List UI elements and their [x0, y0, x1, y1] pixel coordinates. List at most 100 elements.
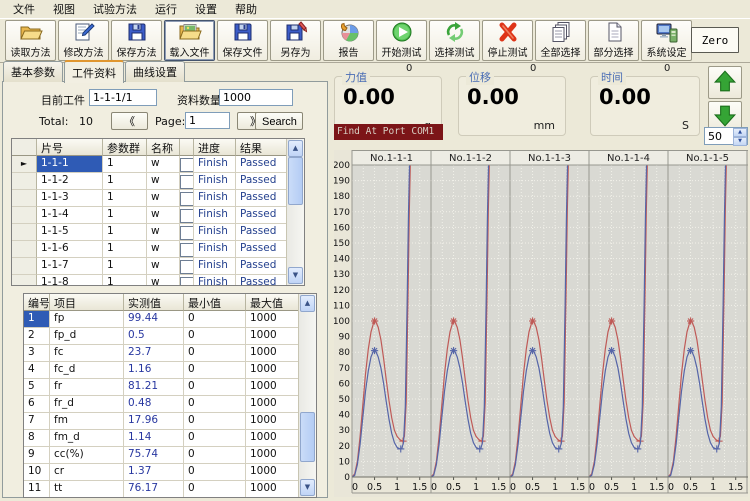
- item-cell[interactable]: cc(%): [50, 447, 124, 464]
- table-row[interactable]: 1-1-51wFinishPassed: [12, 224, 304, 241]
- item-cell[interactable]: fc: [50, 345, 124, 362]
- name-cell[interactable]: w: [147, 173, 180, 190]
- param-group-cell[interactable]: 1: [103, 275, 147, 286]
- row-number-cell[interactable]: 7: [24, 413, 50, 430]
- data-count-input[interactable]: [219, 89, 293, 106]
- menu-item-test-method[interactable]: 试验方法: [84, 0, 146, 19]
- pieces-table-scrollbar-up-arrow-icon[interactable]: ▲: [288, 140, 303, 157]
- checkbox[interactable]: [180, 209, 194, 223]
- table-row[interactable]: 7fm17.9601000: [24, 413, 316, 430]
- piece-id-cell[interactable]: 1-1-2: [37, 173, 103, 190]
- item-cell[interactable]: fp: [50, 311, 124, 328]
- pieces-table-scrollbar-thumb[interactable]: [288, 157, 303, 205]
- param-group-cell[interactable]: 1: [103, 258, 147, 275]
- item-cell[interactable]: fr_d: [50, 396, 124, 413]
- menu-item-settings[interactable]: 设置: [186, 0, 226, 19]
- table-row[interactable]: 1-1-81wFinishPassed: [12, 275, 304, 286]
- toolbar-button-save-as[interactable]: 另存为: [270, 20, 321, 61]
- name-cell[interactable]: w: [147, 241, 180, 258]
- toolbar-button-start-test[interactable]: 开始测试: [376, 20, 427, 61]
- toolbar-button-select-partial[interactable]: 部分选择: [588, 20, 639, 61]
- menu-item-run[interactable]: 运行: [146, 0, 186, 19]
- param-group-cell[interactable]: 1: [103, 156, 147, 173]
- check-cell[interactable]: [180, 224, 194, 241]
- row-number-cell[interactable]: 1: [24, 311, 50, 328]
- checkbox[interactable]: [180, 175, 194, 189]
- checkbox[interactable]: [180, 277, 194, 286]
- toolbar-button-read-method[interactable]: 读取方法: [5, 20, 56, 61]
- menu-item-help[interactable]: 帮助: [226, 0, 266, 19]
- table-row[interactable]: 11tt76.1701000: [24, 481, 316, 498]
- results-table-scrollbar-up-arrow-icon[interactable]: ▲: [300, 295, 315, 312]
- tab-basic-params[interactable]: 基本参数: [3, 61, 63, 82]
- table-row[interactable]: ►1-1-11wFinishPassed: [12, 156, 304, 173]
- row-number-cell[interactable]: 5: [24, 379, 50, 396]
- table-row[interactable]: 9cc(%)75.7401000: [24, 447, 316, 464]
- check-cell[interactable]: [180, 207, 194, 224]
- param-group-cell[interactable]: 1: [103, 190, 147, 207]
- results-table-scrollbar-down-arrow-icon[interactable]: ▼: [300, 479, 315, 496]
- item-cell[interactable]: fr: [50, 379, 124, 396]
- param-group-cell[interactable]: 1: [103, 173, 147, 190]
- pieces-table-scrollbar-down-arrow-icon[interactable]: ▼: [288, 267, 303, 284]
- toolbar-button-select-all[interactable]: 全部选择: [535, 20, 586, 61]
- table-row[interactable]: 1-1-61wFinishPassed: [12, 241, 304, 258]
- tab-curve-settings[interactable]: 曲线设置: [125, 61, 185, 82]
- table-row[interactable]: 8fm_d1.1401000: [24, 430, 316, 447]
- row-number-cell[interactable]: 2: [24, 328, 50, 345]
- piece-id-cell[interactable]: 1-1-7: [37, 258, 103, 275]
- row-number-cell[interactable]: 11: [24, 481, 50, 498]
- checkbox[interactable]: [180, 158, 194, 172]
- check-cell[interactable]: [180, 190, 194, 207]
- spinner-down-icon[interactable]: ▼: [733, 137, 747, 146]
- spinner-up-icon[interactable]: ▲: [733, 128, 747, 137]
- param-group-cell[interactable]: 1: [103, 207, 147, 224]
- toolbar-button-stop-test[interactable]: 停止测试: [482, 20, 533, 61]
- item-cell[interactable]: fm_d: [50, 430, 124, 447]
- param-group-cell[interactable]: 1: [103, 224, 147, 241]
- item-cell[interactable]: cr: [50, 464, 124, 481]
- piece-id-cell[interactable]: 1-1-4: [37, 207, 103, 224]
- piece-id-cell[interactable]: 1-1-1: [37, 156, 103, 173]
- menu-item-view[interactable]: 视图: [44, 0, 84, 19]
- name-cell[interactable]: w: [147, 258, 180, 275]
- item-cell[interactable]: tt: [50, 481, 124, 498]
- menu-item-file[interactable]: 文件: [4, 0, 44, 19]
- tab-workpiece-data[interactable]: 工件资料: [64, 60, 124, 83]
- check-cell[interactable]: [180, 275, 194, 286]
- name-cell[interactable]: w: [147, 207, 180, 224]
- pieces-table-scrollbar[interactable]: ▲▼: [286, 139, 304, 285]
- toolbar-button-select-test[interactable]: 选择测试: [429, 20, 480, 61]
- search-button[interactable]: Search: [255, 112, 303, 130]
- table-row[interactable]: 1-1-21wFinishPassed: [12, 173, 304, 190]
- name-cell[interactable]: w: [147, 156, 180, 173]
- zero-button[interactable]: Zero: [691, 27, 739, 53]
- param-group-cell[interactable]: 1: [103, 241, 147, 258]
- name-cell[interactable]: w: [147, 275, 180, 286]
- row-number-cell[interactable]: 3: [24, 345, 50, 362]
- check-cell[interactable]: [180, 173, 194, 190]
- row-number-cell[interactable]: 8: [24, 430, 50, 447]
- row-number-cell[interactable]: 9: [24, 447, 50, 464]
- table-row[interactable]: 10cr1.3701000: [24, 464, 316, 481]
- piece-id-cell[interactable]: 1-1-8: [37, 275, 103, 286]
- check-cell[interactable]: [180, 241, 194, 258]
- table-row[interactable]: 6fr_d0.4801000: [24, 396, 316, 413]
- checkbox[interactable]: [180, 260, 194, 274]
- table-row[interactable]: 1-1-41wFinishPassed: [12, 207, 304, 224]
- toolbar-button-system-settings[interactable]: 系统设定: [641, 20, 692, 61]
- results-table-scrollbar-thumb[interactable]: [300, 412, 315, 462]
- item-cell[interactable]: fm: [50, 413, 124, 430]
- item-cell[interactable]: fc_d: [50, 362, 124, 379]
- piece-id-cell[interactable]: 1-1-5: [37, 224, 103, 241]
- toolbar-button-load-file[interactable]: 载入文件: [164, 20, 215, 61]
- page-input[interactable]: [185, 112, 230, 129]
- sample-rate-input[interactable]: [706, 129, 734, 143]
- table-row[interactable]: 1-1-31wFinishPassed: [12, 190, 304, 207]
- piece-id-cell[interactable]: 1-1-3: [37, 190, 103, 207]
- row-number-cell[interactable]: 10: [24, 464, 50, 481]
- table-row[interactable]: 5fr81.2101000: [24, 379, 316, 396]
- results-table-scrollbar[interactable]: ▲▼: [298, 294, 316, 497]
- checkbox[interactable]: [180, 226, 194, 240]
- row-number-cell[interactable]: 6: [24, 396, 50, 413]
